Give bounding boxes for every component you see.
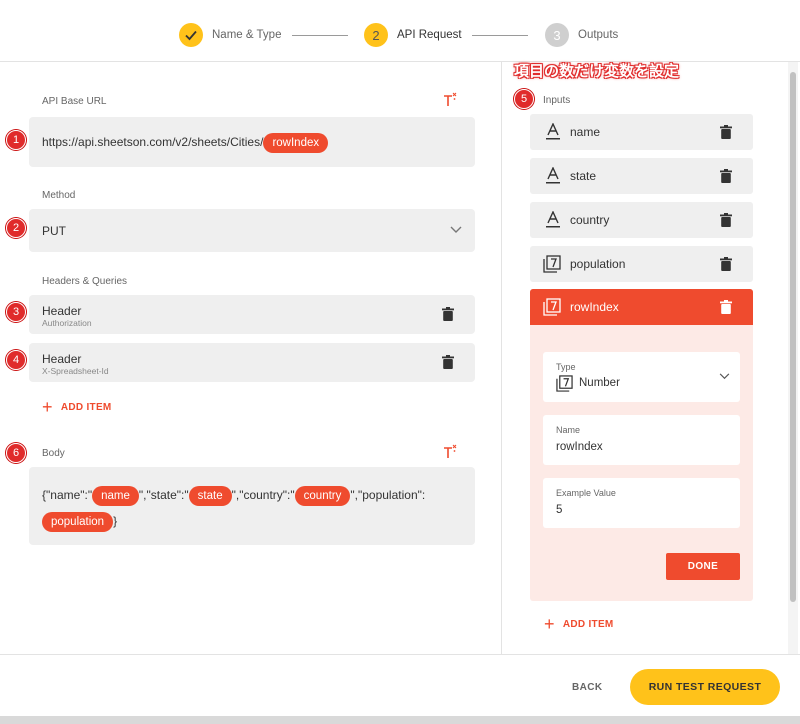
inputs-label: Inputs	[543, 95, 571, 106]
delete-icon[interactable]	[720, 169, 732, 183]
api-base-url-value: https://api.sheetson.com/v2/sheets/Citie…	[42, 135, 264, 150]
body-editor[interactable]: {"name":" name ","state":" state ","country"…	[29, 467, 475, 545]
variable-chip[interactable]: name	[92, 485, 139, 506]
annotation-badge: 1	[6, 130, 26, 150]
step-label: Outputs	[578, 29, 619, 41]
body-text: }	[113, 514, 118, 528]
header-title: Header	[42, 352, 82, 366]
step-api-request[interactable]: 2 API Request	[364, 23, 462, 47]
input-item-name[interactable]: name	[530, 114, 753, 150]
header-key: X-Spreadsheet-Id	[42, 366, 109, 376]
magic-insert-icon[interactable]	[442, 92, 458, 108]
number-icon	[556, 375, 573, 392]
number-icon	[543, 298, 561, 316]
variable-chip[interactable]: rowIndex	[263, 133, 329, 153]
example-value-label: Example Value	[556, 488, 616, 498]
body-text: {"name":"	[42, 488, 93, 502]
step-number: 3	[545, 23, 569, 47]
method-value: PUT	[42, 224, 66, 238]
text-icon	[546, 123, 560, 140]
type-label: Type	[556, 362, 576, 372]
chevron-down-icon	[450, 226, 462, 233]
step-outputs[interactable]: 3 Outputs	[545, 23, 618, 47]
delete-icon[interactable]	[720, 300, 732, 314]
window-frame	[0, 716, 800, 724]
delete-icon[interactable]	[720, 257, 732, 271]
step-label: API Request	[397, 29, 462, 41]
scrollbar[interactable]	[788, 62, 798, 654]
run-test-request-button[interactable]: RUN TEST REQUEST	[630, 669, 780, 705]
method-select[interactable]: PUT	[29, 209, 475, 252]
input-item-population[interactable]: population	[530, 246, 753, 282]
delete-icon[interactable]	[720, 125, 732, 139]
variable-chip[interactable]: state	[188, 485, 232, 506]
body-text: ","country":"	[231, 488, 295, 502]
back-button[interactable]: BACK	[572, 682, 603, 693]
variable-chip[interactable]: country	[294, 485, 351, 506]
check-icon	[179, 23, 203, 47]
annotation-badge: 5	[514, 89, 534, 109]
magic-insert-icon[interactable]	[442, 444, 458, 460]
input-item-state[interactable]: state	[530, 158, 753, 194]
header-key: Authorization	[42, 318, 92, 328]
method-label: Method	[42, 190, 76, 201]
plus-icon: +	[42, 397, 53, 417]
delete-icon[interactable]	[442, 355, 454, 369]
delete-icon[interactable]	[442, 307, 454, 321]
step-label: Name & Type	[212, 29, 282, 41]
body-text: ","population":	[350, 488, 426, 502]
step-name-type[interactable]: Name & Type	[179, 23, 281, 47]
annotation-badge: 2	[6, 218, 26, 238]
annotation-badge: 4	[6, 350, 26, 370]
add-header-button[interactable]: + ADD ITEM	[42, 397, 112, 417]
annotation-badge: 3	[6, 302, 26, 322]
stepper: Name & Type 2 API Request 3 Outputs	[0, 0, 800, 62]
name-label: Name	[556, 425, 581, 435]
example-value-field[interactable]: Example Value 5	[543, 478, 740, 528]
header-item[interactable]: Header X-Spreadsheet-Id	[29, 343, 475, 382]
input-name: name	[570, 125, 601, 139]
input-name: population	[570, 257, 626, 271]
plus-icon: +	[544, 614, 555, 634]
annotation-note: 項目の数だけ変数を設定	[514, 62, 680, 80]
delete-icon[interactable]	[720, 213, 732, 227]
type-value: Number	[579, 377, 620, 389]
add-input-label: ADD ITEM	[562, 618, 614, 630]
selected-input-card: rowIndex Type Number Name rowIndex Examp…	[530, 289, 753, 601]
body-label: Body	[42, 448, 65, 459]
add-header-label: ADD ITEM	[60, 401, 112, 413]
api-base-url-label: API Base URL	[42, 96, 107, 107]
annotation-badge: 6	[6, 443, 26, 463]
add-input-button[interactable]: + ADD ITEM	[544, 614, 614, 634]
body-text: ","state":"	[138, 488, 189, 502]
step-connector	[472, 35, 528, 36]
input-item-country[interactable]: country	[530, 202, 753, 238]
footer: BACK RUN TEST REQUEST	[0, 654, 800, 724]
step-connector	[292, 35, 348, 36]
headers-label: Headers & Queries	[42, 276, 128, 287]
step-number: 2	[364, 23, 388, 47]
text-icon	[546, 211, 560, 228]
name-value: rowIndex	[556, 441, 603, 453]
example-value: 5	[556, 504, 563, 516]
chevron-down-icon	[719, 373, 730, 380]
selected-input-header[interactable]: rowIndex	[530, 289, 753, 325]
api-base-url-field[interactable]: https://api.sheetson.com/v2/sheets/Citie…	[29, 117, 475, 167]
text-icon	[546, 167, 560, 184]
scrollbar-thumb[interactable]	[790, 72, 796, 602]
body-content: {"name":" name ","state":" state ","country"…	[42, 482, 467, 534]
variable-chip[interactable]: population	[42, 511, 114, 532]
number-icon	[543, 255, 561, 273]
name-field[interactable]: Name rowIndex	[543, 415, 740, 465]
header-title: Header	[42, 304, 82, 318]
type-select[interactable]: Type Number	[543, 352, 740, 402]
header-item[interactable]: Header Authorization	[29, 295, 475, 334]
input-name: state	[570, 169, 597, 183]
input-name: country	[570, 213, 610, 227]
done-button[interactable]: DONE	[666, 553, 740, 580]
selected-input-name: rowIndex	[570, 300, 619, 314]
